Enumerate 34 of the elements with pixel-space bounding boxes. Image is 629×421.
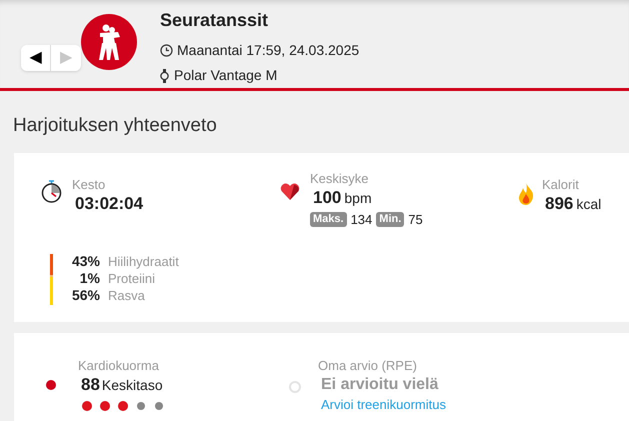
- calories-label: Kalorit: [542, 177, 580, 193]
- flame-icon: [518, 183, 534, 205]
- heart-icon: [280, 183, 300, 201]
- duration-value: 03:02:04: [75, 193, 144, 215]
- heart-rate-label: Keskisyke: [310, 171, 370, 187]
- cardio-load-value: 88: [81, 374, 100, 396]
- previous-button[interactable]: ◀: [21, 45, 51, 71]
- rate-training-load-link[interactable]: Arvioi treenikuormitus: [321, 396, 446, 414]
- duration-label: Kesto: [72, 177, 106, 193]
- device-name: Polar Vantage M: [174, 66, 278, 85]
- nutrition-percent: 43%: [70, 252, 100, 270]
- nutrition-label: Proteiini: [108, 270, 156, 286]
- nutrition-label: Rasva: [108, 286, 146, 304]
- workout-datetime: Maanantai 17:59, 24.03.2025: [177, 41, 360, 60]
- clock-icon: [160, 44, 173, 57]
- nutrition-percent: 1%: [78, 270, 100, 286]
- calories-value: 896: [545, 193, 574, 215]
- heart-rate-unit: bpm: [344, 189, 372, 208]
- watch-icon: [160, 68, 169, 82]
- stopwatch-icon: [40, 179, 64, 203]
- max-heart-rate: 134: [350, 211, 372, 229]
- min-heart-rate: 75: [408, 211, 423, 229]
- nutrition-label: Hiilihydraatit: [108, 252, 179, 270]
- cardio-load-level: Keskitaso: [102, 376, 163, 395]
- max-badge: Maks.: [310, 212, 347, 228]
- rpe-label: Oma arvio (RPE): [318, 358, 418, 374]
- cardio-load-label: Kardiokuorma: [78, 358, 160, 374]
- rpe-value: Ei arvioitu vielä: [321, 375, 440, 395]
- heart-rate-value: 100: [313, 187, 342, 209]
- min-badge: Min.: [376, 212, 404, 228]
- section-title: Harjoituksen yhteenveto: [13, 114, 218, 138]
- calories-unit: kcal: [576, 195, 602, 214]
- workout-title: Seuratanssit: [160, 9, 270, 31]
- nutrition-percent: 56%: [70, 286, 100, 304]
